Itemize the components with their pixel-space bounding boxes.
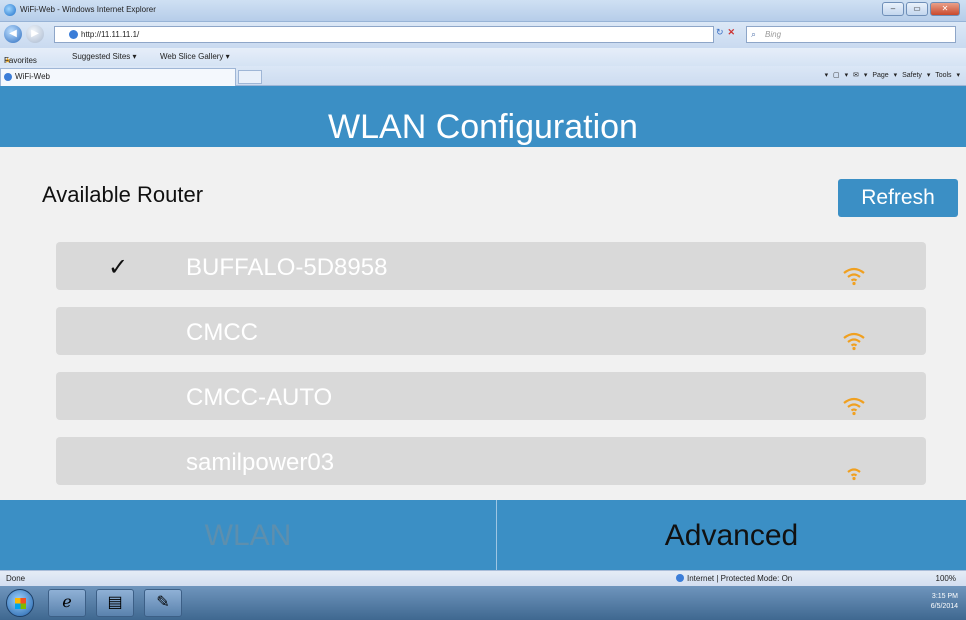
router-ssid: samilpower03: [186, 449, 335, 476]
tab-row: WiFi-Web ▾ ▢ ▾ ✉ ▾ Page ▾ Safety ▾ Tools…: [0, 66, 966, 86]
router-item[interactable]: ✓ BUFFALO-5D8958: [56, 242, 926, 290]
favorites-bar: ★ Favorites Suggested Sites ▾ Web Slice …: [0, 48, 966, 66]
window-controls: – ▭ ✕: [882, 2, 960, 16]
url-tools: ↻ ✕: [716, 27, 735, 38]
suggested-sites-link[interactable]: Suggested Sites ▾: [72, 52, 137, 61]
address-bar: ◀ ▶ http://11.11.11.1/ ↻ ✕ ⌕ Bing: [0, 22, 966, 48]
clock-time: 3:15 PM: [931, 593, 958, 600]
ie-icon: [4, 4, 16, 16]
maximize-button[interactable]: ▭: [906, 2, 928, 16]
refresh-button[interactable]: Refresh: [838, 179, 958, 217]
taskbar: ℯ ▤ ✎ 3:15 PM 6/5/2014: [0, 586, 966, 620]
bottom-nav: WLAN Advanced: [0, 500, 966, 570]
window-titlebar: WiFi-Web - Windows Internet Explorer – ▭…: [0, 0, 966, 22]
router-ssid: CMCC-AUTO: [186, 384, 333, 411]
globe-icon: [676, 574, 684, 582]
new-tab-button[interactable]: [238, 70, 262, 84]
tab-label: WiFi-Web: [15, 72, 50, 81]
search-input[interactable]: ⌕ Bing: [746, 26, 956, 43]
paint-icon[interactable]: ✎: [144, 589, 182, 617]
explorer-folder-icon[interactable]: ▤: [96, 589, 134, 617]
search-icon: ⌕: [751, 29, 757, 39]
wifi-signal-icon: [843, 397, 865, 416]
url-input[interactable]: http://11.11.11.1/: [54, 26, 714, 43]
tab-wlan[interactable]: WLAN: [0, 500, 496, 570]
router-ssid: CMCC: [186, 319, 258, 346]
tab-favicon-icon: [4, 73, 12, 81]
router-item[interactable]: CMCC: [56, 307, 926, 355]
command-bar[interactable]: ▾ ▢ ▾ ✉ ▾ Page ▾ Safety ▾ Tools ▾: [825, 71, 960, 79]
wifi-signal-icon: [847, 468, 861, 481]
wifi-signal-icon: [843, 267, 865, 286]
router-ssid: BUFFALO-5D8958: [186, 254, 388, 281]
zone-label: Internet | Protected Mode: On: [687, 574, 793, 583]
start-button[interactable]: [6, 589, 34, 617]
available-router-heading: Available Router: [42, 182, 204, 207]
system-tray: 3:15 PM 6/5/2014: [931, 592, 958, 612]
tab-advanced[interactable]: Advanced: [497, 500, 966, 570]
router-item[interactable]: CMCC-AUTO: [56, 372, 926, 420]
page-title: WLAN Configuration: [0, 86, 966, 147]
status-text: Done: [6, 574, 26, 583]
page-icon: [69, 30, 78, 39]
search-placeholder: Bing: [765, 30, 782, 39]
web-page: WLAN Configuration Available Router Refr…: [0, 86, 966, 570]
web-slice-gallery-link[interactable]: Web Slice Gallery ▾: [160, 52, 230, 61]
stop-icon[interactable]: ✕: [728, 27, 736, 37]
security-zone[interactable]: Internet | Protected Mode: On: [676, 574, 792, 583]
zoom-level[interactable]: 100%: [936, 574, 956, 583]
close-button[interactable]: ✕: [930, 2, 960, 16]
favorites-label: Favorites: [4, 56, 37, 65]
back-icon[interactable]: ◀: [4, 25, 22, 43]
refresh-page-icon[interactable]: ↻: [716, 27, 724, 37]
check-icon: ✓: [108, 254, 129, 281]
router-item[interactable]: samilpower03: [56, 437, 926, 485]
wifi-signal-icon: [843, 332, 865, 351]
status-bar: Done Internet | Protected Mode: On 100%: [0, 570, 966, 586]
minimize-button[interactable]: –: [882, 2, 904, 16]
url-text: http://11.11.11.1/: [81, 30, 140, 39]
ie-taskbar-icon[interactable]: ℯ: [48, 589, 86, 617]
tab-wifi-web[interactable]: WiFi-Web: [0, 68, 236, 86]
clock-date: 6/5/2014: [930, 603, 958, 610]
window-title: WiFi-Web - Windows Internet Explorer: [20, 5, 156, 14]
forward-icon[interactable]: ▶: [26, 25, 44, 43]
